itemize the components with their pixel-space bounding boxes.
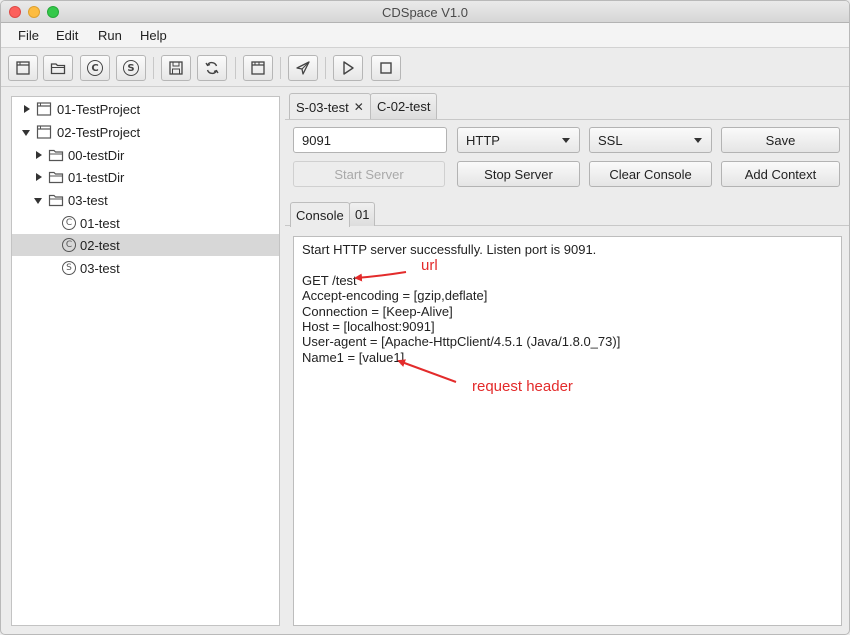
menu-bar: File Edit Run Help — [1, 23, 849, 48]
tree-item-02-testproject[interactable]: 02-TestProject — [12, 121, 279, 143]
tree-item-00-testdir[interactable]: 00-testDir — [12, 144, 279, 166]
save-button[interactable]: Save — [721, 127, 840, 153]
add-context-button[interactable]: Add Context — [721, 161, 840, 187]
document-tabs: S-03-test ✕ C-02-test — [286, 93, 849, 120]
save-icon — [169, 61, 183, 75]
client-c-icon: C — [87, 60, 103, 76]
tab-01[interactable]: 01 — [349, 202, 376, 226]
console-line: Name1 = [value1] — [302, 349, 405, 365]
folder-icon — [48, 149, 64, 162]
close-tab-icon[interactable]: ✕ — [354, 100, 364, 114]
refresh-icon — [205, 61, 219, 75]
new-project-button[interactable] — [8, 55, 38, 81]
client-c-icon: C — [62, 216, 76, 230]
protocol-select[interactable]: HTTP — [457, 127, 580, 153]
ssl-select[interactable]: SSL — [589, 127, 712, 153]
stop-server-button[interactable]: Stop Server — [457, 161, 580, 187]
window-title: CDSpace V1.0 — [382, 5, 468, 20]
stop-button[interactable] — [371, 55, 401, 81]
open-button[interactable] — [43, 55, 73, 81]
folder-icon — [48, 194, 64, 207]
new-server-button[interactable]: S — [116, 55, 146, 81]
tree-label: 01-TestProject — [57, 102, 141, 117]
ssl-value: SSL — [598, 132, 623, 148]
port-input[interactable]: 9091 — [293, 127, 447, 153]
console-line: Connection = [Keep-Alive] — [302, 303, 453, 319]
send-icon — [296, 61, 310, 75]
menu-help[interactable]: Help — [140, 28, 167, 43]
tree-item-01-testdir[interactable]: 01-testDir — [12, 166, 279, 188]
chevron-down-icon — [694, 138, 702, 143]
clear-console-button[interactable]: Clear Console — [589, 161, 712, 187]
menu-run[interactable]: Run — [98, 28, 122, 43]
window-button[interactable] — [243, 55, 273, 81]
tree-label: 03-test — [68, 193, 108, 208]
project-icon — [36, 125, 52, 139]
tree-label: 01-testDir — [68, 170, 125, 185]
window-icon — [251, 61, 265, 75]
protocol-value: HTTP — [466, 132, 500, 148]
tree-label: 00-testDir — [68, 148, 125, 163]
new-window-icon — [16, 61, 30, 75]
output-tabs: Console 01 — [285, 198, 849, 227]
tree-label: 03-test — [80, 261, 120, 276]
console-line: Start HTTP server successfully. Listen p… — [302, 242, 597, 257]
tree-item-02-test-client[interactable]: C 02-test — [12, 234, 279, 256]
chevron-down-icon — [562, 138, 570, 143]
send-button[interactable] — [288, 55, 318, 81]
start-server-button[interactable]: Start Server — [293, 161, 445, 187]
console-output[interactable]: Start HTTP server successfully. Listen p… — [293, 236, 842, 626]
tab-server-03-test[interactable]: S-03-test ✕ — [289, 93, 371, 120]
collapse-arrow-icon[interactable] — [22, 130, 30, 136]
tab-label: S-03-test — [296, 99, 349, 115]
tab-client-02-test[interactable]: C-02-test — [370, 93, 438, 119]
console-line: GET /test — [302, 272, 357, 288]
server-s-icon: S — [62, 261, 76, 275]
toolbar-separator — [325, 57, 326, 79]
console-line: Host = [localhost:9091] — [302, 319, 435, 335]
console-line: User-agent = [Apache-HttpClient/4.5.1 (J… — [302, 334, 621, 350]
tree-item-01-testproject[interactable]: 01-TestProject — [12, 98, 279, 120]
collapse-arrow-icon[interactable] — [34, 198, 42, 204]
project-icon — [36, 102, 52, 116]
url-annotation: url — [421, 257, 438, 274]
refresh-button[interactable] — [197, 55, 227, 81]
toolbar-separator — [153, 57, 154, 79]
tree-label: 01-test — [80, 216, 120, 231]
tree-item-03-test-server[interactable]: S 03-test — [12, 257, 279, 279]
new-client-button[interactable]: C — [80, 55, 110, 81]
expand-arrow-icon[interactable] — [24, 105, 30, 113]
toolbar-separator — [280, 57, 281, 79]
open-folder-icon — [50, 63, 66, 75]
project-tree[interactable]: 01-TestProject 02-TestProject 00-testDir… — [11, 96, 280, 626]
expand-arrow-icon[interactable] — [36, 151, 42, 159]
client-c-icon: C — [62, 238, 76, 252]
tree-label: 02-test — [80, 238, 120, 253]
tab-console[interactable]: Console — [290, 202, 350, 227]
console-line: Accept-encoding = [gzip,deflate] — [302, 288, 488, 304]
server-s-icon: S — [123, 60, 139, 76]
stop-icon — [380, 62, 392, 74]
save-toolbar-button[interactable] — [161, 55, 191, 81]
app-window: CDSpace V1.0 File Edit Run Help C S 01-T… — [0, 0, 850, 635]
tree-item-03-test-folder[interactable]: 03-test — [12, 189, 279, 211]
run-button[interactable] — [333, 55, 363, 81]
play-icon — [343, 61, 354, 75]
toolbar: C S — [1, 49, 849, 87]
expand-arrow-icon[interactable] — [36, 173, 42, 181]
tree-item-01-test-client[interactable]: C 01-test — [12, 212, 279, 234]
toolbar-separator — [235, 57, 236, 79]
tree-label: 02-TestProject — [57, 125, 141, 140]
request-header-annotation: request header — [472, 378, 573, 395]
tab-label: C-02-test — [377, 99, 431, 114]
menu-edit[interactable]: Edit — [56, 28, 78, 43]
title-bar: CDSpace V1.0 — [1, 1, 849, 23]
menu-file[interactable]: File — [18, 28, 39, 43]
folder-icon — [48, 171, 64, 184]
